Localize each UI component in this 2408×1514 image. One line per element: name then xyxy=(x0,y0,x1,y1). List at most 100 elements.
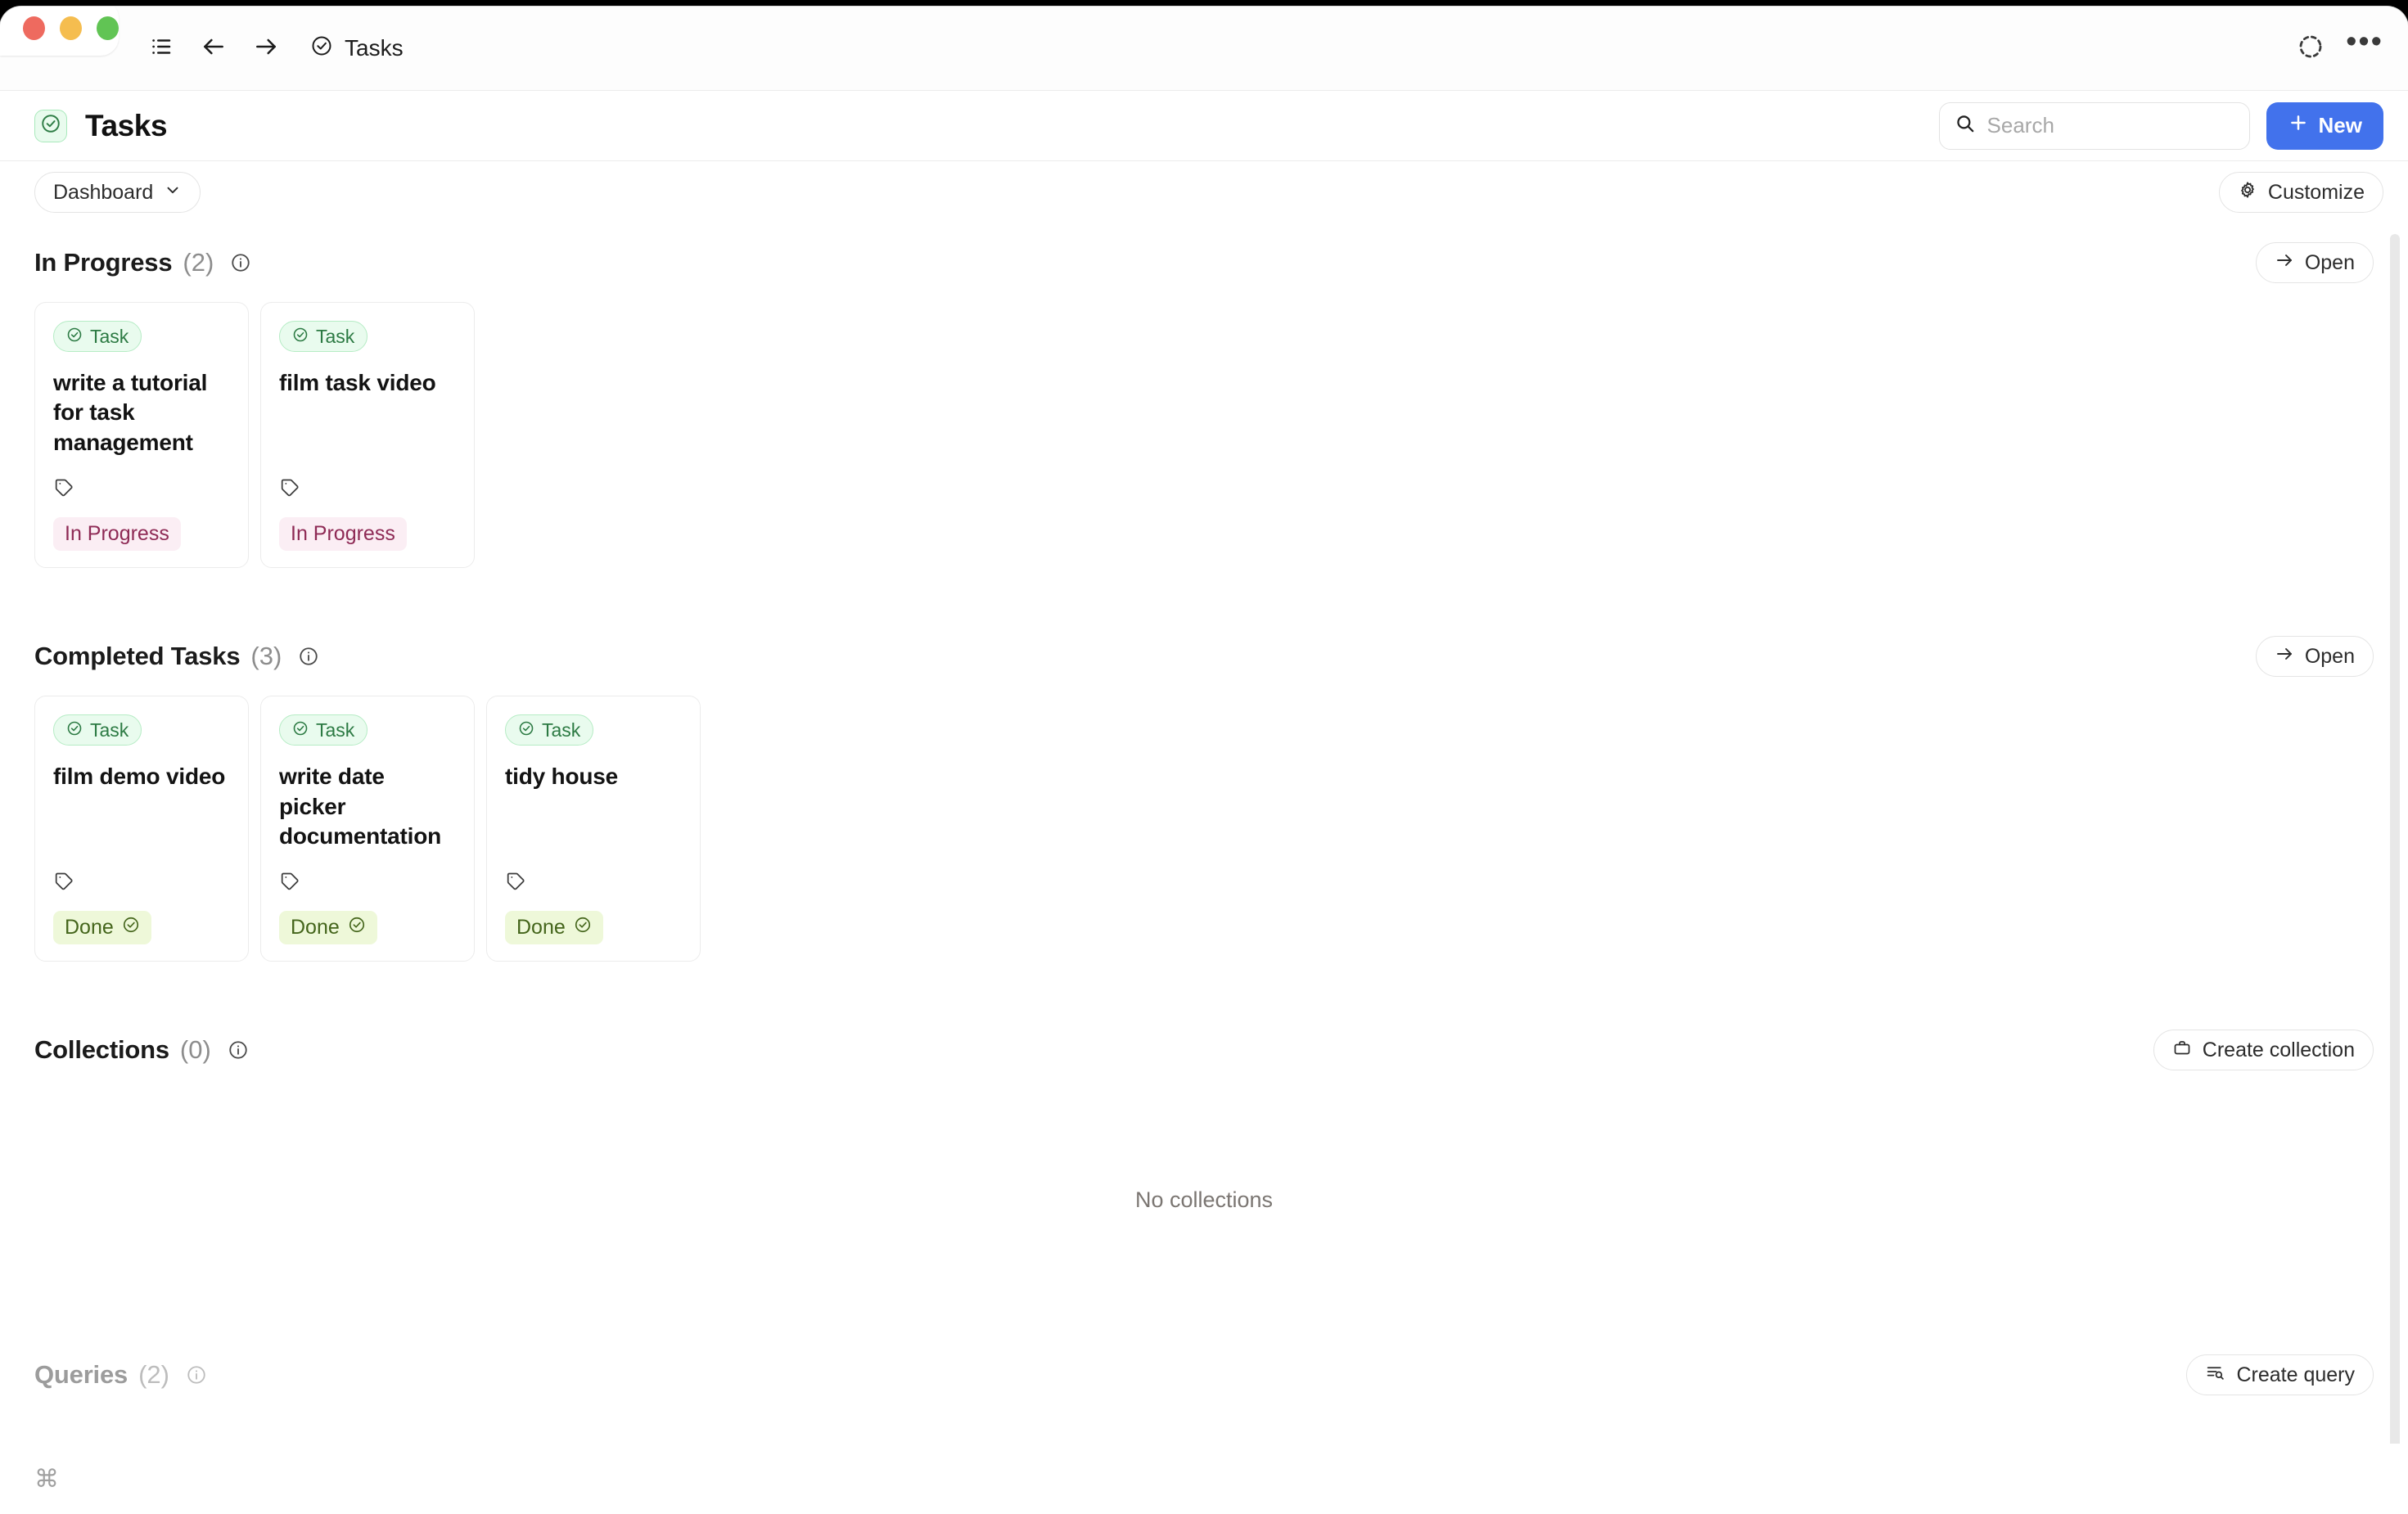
section-header: Collections (0) Create collection xyxy=(34,1011,2374,1089)
section-count: (2) xyxy=(138,1360,169,1390)
section-in-progress: In Progress (2) Open Task write a tutori… xyxy=(34,223,2374,569)
task-card[interactable]: Task write date picker documentation Don… xyxy=(260,696,475,962)
section-queries: Queries (2) Create query xyxy=(34,1336,2374,1414)
section-title: In Progress xyxy=(34,248,173,277)
status-badge: In Progress xyxy=(279,517,407,552)
check-circle-icon xyxy=(66,326,83,348)
info-circle-icon[interactable] xyxy=(230,252,251,273)
titlebar-actions: ••• xyxy=(2297,7,2383,91)
create-collection-button[interactable]: Create collection xyxy=(2153,1030,2374,1071)
arrow-right-icon xyxy=(2275,250,2294,276)
task-title: write date picker documentation xyxy=(279,764,442,849)
task-type-label: Task xyxy=(542,719,581,741)
task-card[interactable]: Task film task video In Progress xyxy=(260,302,475,569)
section-title: Completed Tasks xyxy=(34,642,241,671)
maximize-window-button[interactable] xyxy=(97,16,119,40)
section-actions: Open xyxy=(2255,636,2374,678)
arrow-right-icon xyxy=(2275,644,2294,669)
chevron-down-icon xyxy=(164,181,182,205)
task-type-pill: Task xyxy=(53,321,142,352)
forward-button[interactable] xyxy=(240,22,292,74)
page-icon-chip xyxy=(34,109,67,142)
task-title: tidy house xyxy=(505,764,619,790)
status-badge-label: Done xyxy=(516,916,566,939)
open-completed-button[interactable]: Open xyxy=(2255,636,2374,678)
titlebar-document-label[interactable]: Tasks xyxy=(310,34,404,63)
task-card[interactable]: Task tidy house Done xyxy=(486,696,701,962)
check-circle-icon xyxy=(348,916,366,939)
dashed-circle-icon[interactable] xyxy=(2297,33,2325,65)
toolbar-right-actions: Customize xyxy=(2218,172,2383,213)
section-count: (2) xyxy=(183,248,214,277)
minimize-window-button[interactable] xyxy=(60,16,82,40)
section-header: In Progress (2) Open xyxy=(34,223,2374,302)
info-circle-icon[interactable] xyxy=(228,1039,249,1061)
collections-empty-state: No collections xyxy=(1134,1187,1274,1213)
view-selector-dashboard[interactable]: Dashboard xyxy=(34,172,201,213)
plus-icon xyxy=(2288,112,2309,139)
task-title: film task video xyxy=(279,370,436,395)
create-query-button[interactable]: Create query xyxy=(2186,1354,2374,1396)
gear-icon xyxy=(2238,180,2257,205)
query-icon xyxy=(2205,1362,2225,1388)
view-toolbar: Dashboard Customize xyxy=(0,161,2408,223)
task-type-label: Task xyxy=(316,719,355,741)
status-badge: In Progress xyxy=(53,517,181,552)
task-type-pill: Task xyxy=(53,714,142,746)
task-title: write a tutorial for task management xyxy=(53,370,208,455)
dashboard-content: In Progress (2) Open Task write a tutori… xyxy=(0,223,2408,1451)
search-input[interactable] xyxy=(1986,113,2233,138)
check-circle-icon xyxy=(310,34,333,63)
section-header: Queries (2) Create query xyxy=(34,1336,2374,1414)
customize-label: Customize xyxy=(2267,180,2365,204)
section-actions: Open xyxy=(2255,242,2374,283)
search-box[interactable] xyxy=(1938,101,2250,150)
check-circle-icon xyxy=(574,916,592,939)
create-query-label: Create query xyxy=(2236,1363,2355,1386)
tag-icon[interactable] xyxy=(53,851,230,896)
new-button[interactable]: New xyxy=(2266,101,2383,150)
customize-button[interactable]: Customize xyxy=(2218,172,2383,213)
sidebar-toggle-button[interactable] xyxy=(135,22,187,74)
info-circle-icon[interactable] xyxy=(186,1364,207,1386)
view-selector-label: Dashboard xyxy=(53,180,154,204)
section-count: (0) xyxy=(179,1035,211,1065)
tag-icon[interactable] xyxy=(279,457,456,502)
task-card[interactable]: Task film demo video Done xyxy=(34,696,249,962)
task-card[interactable]: Task write a tutorial for task managemen… xyxy=(34,302,249,569)
status-badge: Done xyxy=(279,911,377,945)
create-collection-label: Create collection xyxy=(2202,1038,2355,1061)
section-title: Collections xyxy=(34,1035,169,1065)
open-button-label: Open xyxy=(2304,644,2355,668)
command-palette-icon[interactable]: ⌘ xyxy=(34,1465,59,1494)
check-circle-icon xyxy=(40,113,61,138)
vertical-scrollbar-thumb[interactable] xyxy=(2390,234,2400,1494)
open-in-progress-button[interactable]: Open xyxy=(2255,242,2374,283)
status-badge: Done xyxy=(53,911,151,945)
task-type-pill: Task xyxy=(505,714,594,746)
tag-icon[interactable] xyxy=(53,457,230,502)
card-row-completed: Task film demo video Done Task write dat… xyxy=(34,696,2374,962)
task-type-label: Task xyxy=(90,325,129,347)
new-button-label: New xyxy=(2318,113,2362,137)
status-badge-label: Done xyxy=(65,916,114,939)
tag-icon[interactable] xyxy=(279,851,456,896)
info-circle-icon[interactable] xyxy=(298,646,319,667)
open-button-label: Open xyxy=(2304,250,2355,274)
tag-icon[interactable] xyxy=(505,851,682,896)
section-title: Queries xyxy=(34,1360,129,1390)
page-title: Tasks xyxy=(85,108,168,142)
app-window: Tasks ••• Tasks Search New Dashboard Cus… xyxy=(0,7,2408,1514)
collection-icon xyxy=(2172,1038,2192,1063)
task-type-pill: Task xyxy=(279,321,368,352)
list-sidebar-icon xyxy=(149,34,174,63)
close-window-button[interactable] xyxy=(23,16,45,40)
section-actions: Create query xyxy=(2186,1354,2374,1396)
more-options-button[interactable]: ••• xyxy=(2346,26,2383,65)
section-actions: Create collection xyxy=(2153,1030,2374,1071)
back-button[interactable] xyxy=(187,22,240,74)
status-badge-label: Done xyxy=(291,916,340,939)
arrow-left-icon xyxy=(201,34,227,64)
